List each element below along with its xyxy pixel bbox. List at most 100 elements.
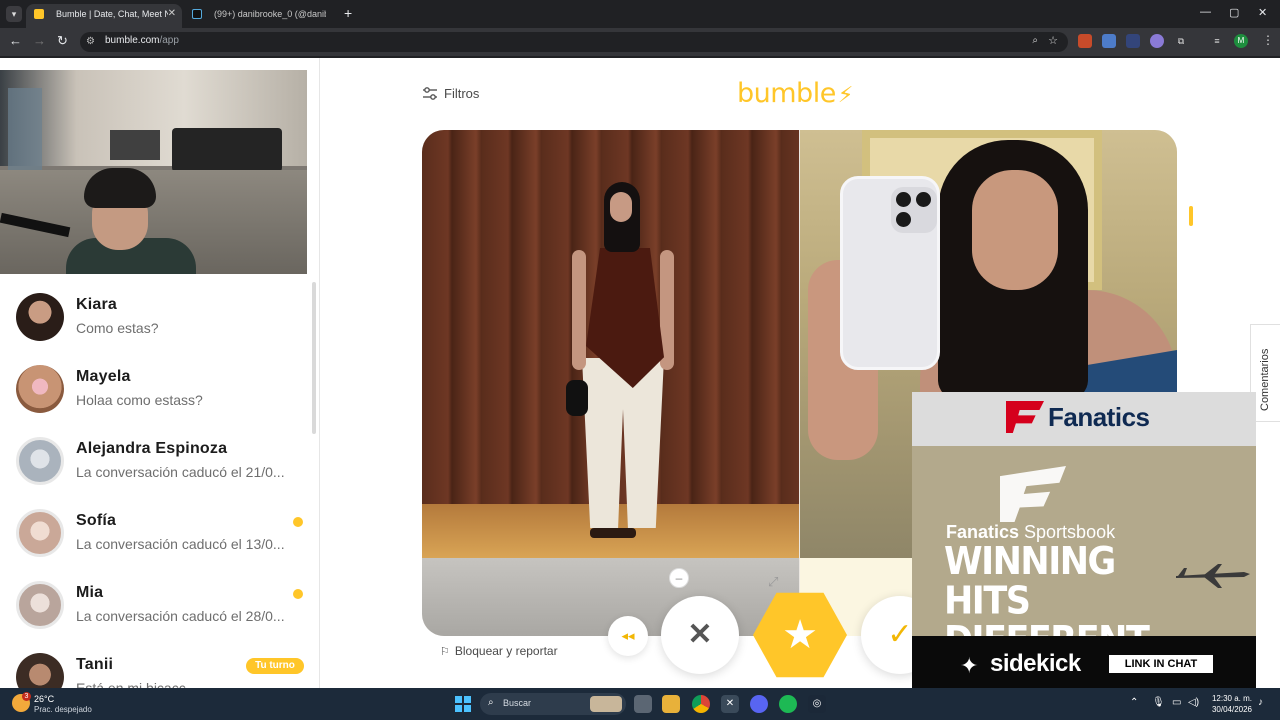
- avatar: [16, 293, 64, 341]
- webcam-overlay: [0, 70, 307, 274]
- chat-name: Mia: [76, 584, 104, 601]
- avatar: [16, 437, 64, 485]
- sidekick-icon: ✦: [960, 653, 979, 678]
- comments-label: Comentarios: [1259, 348, 1271, 411]
- logo-text: bumble: [737, 78, 836, 109]
- pass-button[interactable]: ✕: [661, 596, 739, 674]
- bumble-logo: bumble⚡: [737, 78, 853, 109]
- ad-brand-bar: Fanatics: [912, 392, 1256, 446]
- address-bar-row: ← → ↻ ⚙ bumble.com/app ⌕ ☆ ⧉ ≡: [0, 28, 1280, 56]
- discord-icon[interactable]: [750, 695, 768, 713]
- start-windows-icon[interactable]: [455, 696, 471, 712]
- taskbar-search-placeholder: Buscar: [503, 698, 532, 708]
- task-view-icon[interactable]: [634, 695, 652, 713]
- extension-translate-icon[interactable]: [1102, 34, 1116, 48]
- weather-badge: 3: [22, 692, 31, 701]
- extension-ai-icon[interactable]: [1150, 34, 1164, 48]
- extension-fox-icon[interactable]: [1078, 34, 1092, 48]
- sliders-icon: [423, 87, 437, 100]
- block-report-link[interactable]: ⚐ Bloquear y reportar: [440, 644, 558, 658]
- airplane-icon: [1176, 564, 1250, 588]
- chat-last-message: Holaa como estass?: [76, 392, 203, 408]
- zoom-icon[interactable]: ⌕: [1032, 35, 1038, 46]
- chat-list-item[interactable]: Kiara Como estas?: [0, 282, 315, 354]
- chat-last-message: Como estas?: [76, 320, 159, 336]
- tab-search-button[interactable]: ▾: [6, 6, 22, 22]
- tab-tiktok[interactable]: (99+) danibrooke_0 (@danibro: [184, 4, 336, 28]
- link-in-chat-button[interactable]: LINK IN CHAT: [1109, 655, 1213, 673]
- expand-icon[interactable]: ⤢: [768, 574, 782, 589]
- chat-name: Alejandra Espinoza: [76, 440, 228, 457]
- forward-arrow-icon[interactable]: →: [33, 33, 46, 49]
- unread-dot: [293, 589, 303, 599]
- bookmark-star-icon[interactable]: ☆: [1048, 34, 1058, 47]
- url-omnibox[interactable]: ⚙ bumble.com/app ⌕ ☆: [80, 32, 1068, 52]
- avatar: [16, 365, 64, 413]
- chat-list-item[interactable]: Tanii Está en mi bicacc Tu turno: [0, 642, 315, 688]
- microphone-icon[interactable]: 🎙: [1152, 697, 1165, 708]
- close-window-icon[interactable]: ✕: [1258, 6, 1267, 19]
- avatar: [16, 581, 64, 629]
- tray-chevron-icon[interactable]: ⌃: [1130, 697, 1138, 708]
- search-icon: ⌕: [488, 697, 494, 708]
- taskbar-search[interactable]: ⌕ Buscar: [480, 693, 626, 715]
- browser-tab-bar: ▾ Bumble | Date, Chat, Meet New ✕ (99+) …: [0, 0, 1280, 28]
- weather-description[interactable]: Prac. despejado: [34, 705, 92, 714]
- tiktok-favicon-icon: [192, 9, 202, 19]
- volume-icon[interactable]: ◁): [1188, 697, 1199, 708]
- collapse-button[interactable]: –: [669, 568, 689, 588]
- taskbar-clock[interactable]: 12:30 a. m. 30/04/2026: [1206, 693, 1252, 715]
- chat-last-message: La conversación caducó el 28/0...: [76, 608, 285, 624]
- chat-list-item[interactable]: Mayela Holaa como estass?: [0, 354, 315, 426]
- reading-list-icon[interactable]: ≡: [1210, 34, 1224, 48]
- extension-bitwarden-icon[interactable]: [1126, 34, 1140, 48]
- chrome-icon[interactable]: [692, 695, 710, 713]
- bolt-icon: ⚡: [837, 83, 853, 108]
- network-icon[interactable]: ▭: [1172, 697, 1181, 708]
- tab-close-icon[interactable]: ✕: [168, 4, 176, 24]
- matches-sidebar: Kiara Como estas? Mayela Holaa como esta…: [0, 58, 320, 688]
- chat-list-item[interactable]: Sofía La conversación caducó el 13/0...: [0, 498, 315, 570]
- tab-bumble[interactable]: Bumble | Date, Chat, Meet New ✕: [26, 4, 182, 28]
- steam-icon[interactable]: ◎: [808, 695, 826, 713]
- backtrack-button[interactable]: ◂◂: [608, 616, 648, 656]
- flag-icon: ⚐: [440, 646, 450, 658]
- weather-temperature[interactable]: 26°C: [34, 694, 54, 704]
- chat-list-item[interactable]: Mia La conversación caducó el 28/0...: [0, 570, 315, 642]
- profile-avatar[interactable]: M: [1234, 34, 1248, 48]
- extensions-puzzle-icon[interactable]: ⧉: [1174, 34, 1188, 48]
- ad-footer: ✦ sidekick LINK IN CHAT: [912, 636, 1256, 688]
- tab-title: Bumble | Date, Chat, Meet New: [56, 9, 168, 19]
- profile-photo-1: [422, 130, 799, 558]
- spotify-icon[interactable]: [779, 695, 797, 713]
- new-tab-button[interactable]: +: [344, 5, 352, 21]
- chat-name: Kiara: [76, 296, 118, 313]
- ad-brand-name: Fanatics: [1048, 402, 1150, 432]
- chat-name: Sofía: [76, 512, 117, 529]
- site-info-icon[interactable]: ⚙: [86, 36, 98, 48]
- fanatics-logo-icon: [1006, 401, 1044, 433]
- notifications-icon[interactable]: ♪: [1258, 697, 1263, 708]
- sidekick-logo: sidekick: [990, 650, 1081, 677]
- minimize-icon[interactable]: —: [1200, 6, 1211, 18]
- chat-name: Tanii: [76, 656, 114, 673]
- fanatics-ad[interactable]: Fanatics Fanatics Sportsbook WINNING HIT…: [912, 392, 1256, 688]
- tab-title: (99+) danibrooke_0 (@danibro: [214, 9, 326, 19]
- bumble-favicon-icon: [34, 9, 44, 19]
- file-explorer-icon[interactable]: [662, 695, 680, 713]
- block-report-label: Bloquear y reportar: [454, 644, 558, 658]
- search-highlight-image: [590, 696, 622, 712]
- filters-button[interactable]: Filtros: [422, 84, 479, 104]
- chat-list-item[interactable]: Alejandra Espinoza La conversación caduc…: [0, 426, 315, 498]
- back-arrow-icon[interactable]: ←: [9, 33, 22, 49]
- your-turn-badge: Tu turno: [246, 658, 304, 674]
- avatar: [16, 653, 64, 688]
- chat-last-message: La conversación caducó el 13/0...: [76, 536, 285, 552]
- reload-icon[interactable]: ↻: [57, 33, 68, 49]
- filters-label: Filtros: [444, 86, 480, 101]
- unread-dot: [293, 517, 303, 527]
- browser-menu-icon[interactable]: ⋮: [1262, 33, 1274, 47]
- maximize-icon[interactable]: ▢: [1229, 6, 1239, 19]
- card-scroll-indicator[interactable]: [1189, 206, 1193, 226]
- xbox-icon[interactable]: ✕: [721, 695, 739, 713]
